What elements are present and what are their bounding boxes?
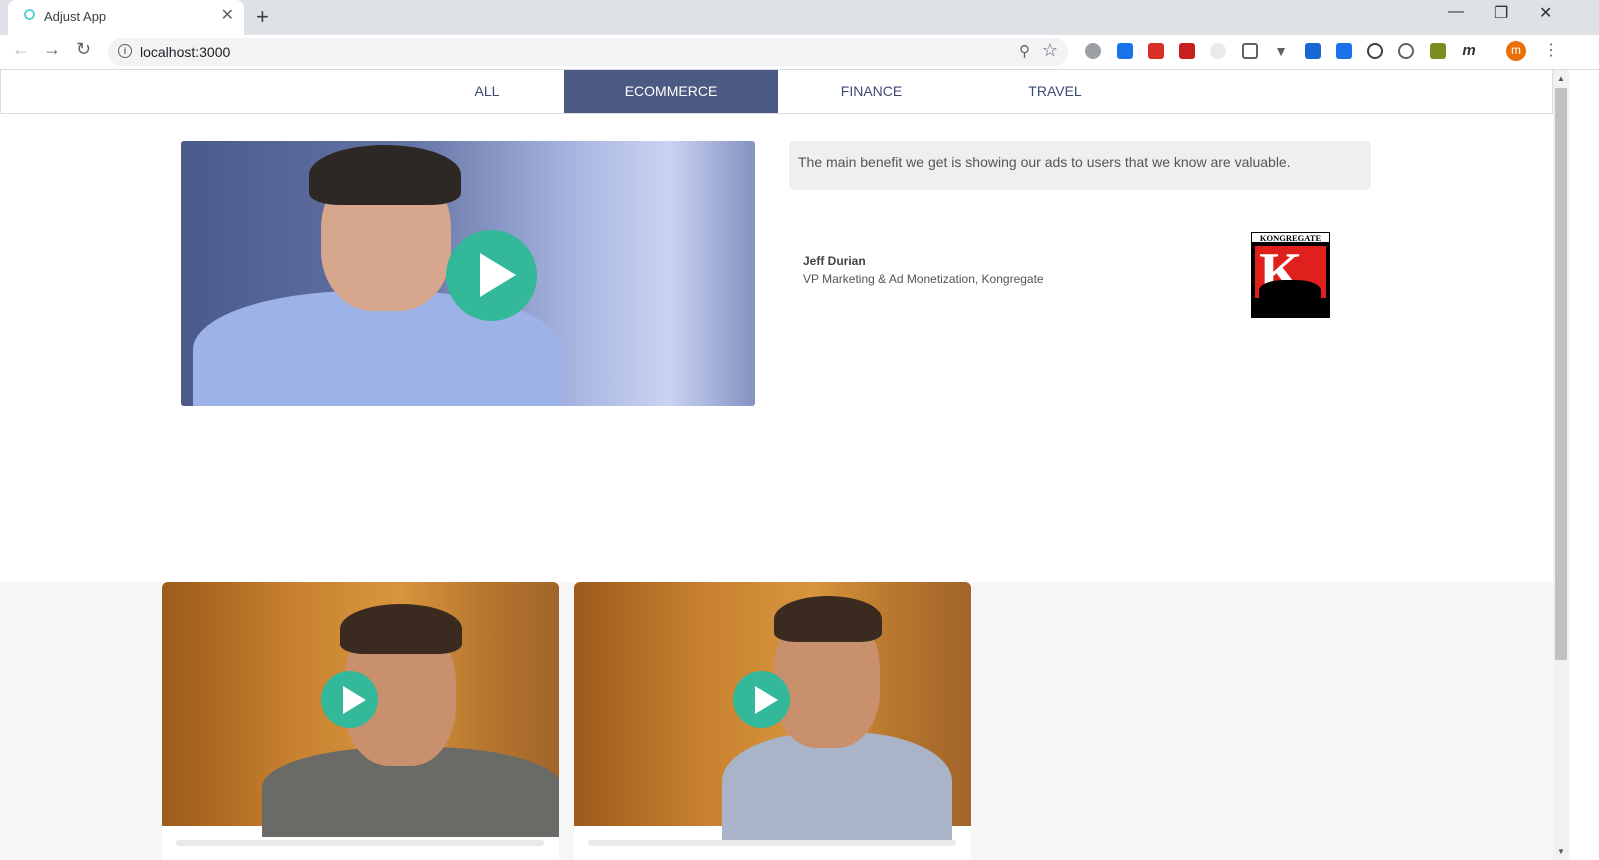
tab-close-icon[interactable]: ✕ bbox=[221, 7, 234, 25]
address-bar[interactable]: i localhost:3000 ⚲ ☆ bbox=[108, 38, 1068, 66]
extension-icon[interactable] bbox=[1117, 43, 1133, 59]
extension-icon[interactable] bbox=[1179, 43, 1195, 59]
extension-icon[interactable] bbox=[1398, 43, 1414, 59]
sync-extension-icon[interactable] bbox=[1367, 43, 1383, 59]
extension-icon[interactable] bbox=[1430, 43, 1446, 59]
logo-mascot bbox=[1259, 280, 1321, 306]
extension-icon[interactable]: m bbox=[1461, 43, 1477, 59]
tab-ecommerce[interactable]: ECOMMERCE bbox=[564, 70, 778, 113]
play-icon bbox=[480, 253, 516, 297]
extension-icon[interactable] bbox=[1305, 43, 1321, 59]
person-figure bbox=[309, 145, 461, 205]
site-info-icon[interactable]: i bbox=[118, 44, 132, 58]
browser-menu-icon[interactable]: ⋮ bbox=[1543, 40, 1559, 60]
quote-text: The main benefit we get is showing our a… bbox=[798, 154, 1291, 170]
person-name: Jeff Durian bbox=[803, 254, 866, 268]
person-figure bbox=[774, 596, 882, 642]
back-arrow-icon[interactable]: ← bbox=[12, 39, 30, 60]
person-figure bbox=[340, 604, 462, 654]
tab-title: Adjust App bbox=[44, 9, 107, 24]
play-icon bbox=[755, 686, 778, 714]
card-text-placeholder bbox=[176, 840, 544, 846]
kongregate-logo: KONGREGATE K bbox=[1251, 232, 1330, 318]
play-button[interactable] bbox=[446, 230, 537, 321]
browser-tab[interactable]: Adjust App ✕ bbox=[8, 0, 244, 35]
featured-video[interactable] bbox=[181, 141, 755, 406]
video-card[interactable] bbox=[574, 582, 971, 860]
card-text-placeholder bbox=[588, 840, 956, 846]
adblock-extension-icon[interactable] bbox=[1085, 43, 1101, 59]
video-thumbnail[interactable] bbox=[162, 582, 559, 837]
screenshot-extension-icon[interactable] bbox=[1242, 43, 1258, 59]
url-text[interactable]: localhost:3000 bbox=[140, 44, 230, 60]
play-button[interactable] bbox=[733, 671, 790, 728]
scrollbar-thumb[interactable] bbox=[1555, 88, 1567, 660]
app-favicon-icon bbox=[24, 9, 35, 20]
close-window-button[interactable]: ✕ bbox=[1539, 3, 1552, 23]
bookmark-star-icon[interactable]: ☆ bbox=[1042, 40, 1058, 61]
person-figure bbox=[722, 732, 952, 842]
scroll-up-icon[interactable]: ▲ bbox=[1557, 74, 1565, 83]
forward-arrow-icon[interactable]: → bbox=[43, 39, 61, 60]
video-card[interactable] bbox=[162, 582, 559, 860]
video-thumbnail[interactable] bbox=[574, 582, 971, 842]
zoom-icon[interactable]: ⚲ bbox=[1019, 42, 1030, 60]
testimonial-quote: The main benefit we get is showing our a… bbox=[789, 141, 1371, 190]
new-tab-button[interactable]: + bbox=[256, 4, 269, 30]
browser-toolbar: ← → ↻ i localhost:3000 ⚲ ☆ ▼ m m ⋮ bbox=[0, 35, 1599, 70]
vue-extension-icon[interactable]: ▼ bbox=[1273, 43, 1289, 59]
scroll-down-icon[interactable]: ▼ bbox=[1557, 847, 1565, 856]
tab-travel[interactable]: TRAVEL bbox=[964, 70, 1146, 113]
minimize-button[interactable]: — bbox=[1448, 3, 1464, 21]
chat-extension-icon[interactable] bbox=[1336, 43, 1352, 59]
video-extension-icon[interactable] bbox=[1148, 43, 1164, 59]
page-scrollbar[interactable]: ▲ ▼ bbox=[1553, 70, 1569, 860]
person-role: VP Marketing & Ad Monetization, Kongrega… bbox=[803, 272, 1044, 286]
play-icon bbox=[343, 686, 366, 714]
maximize-button[interactable]: ❐ bbox=[1494, 3, 1508, 23]
tab-all[interactable]: ALL bbox=[411, 70, 563, 113]
category-nav: ALL ECOMMERCE FINANCE TRAVEL bbox=[0, 70, 1553, 114]
browser-tabstrip: Adjust App ✕ + — ❐ ✕ bbox=[0, 0, 1599, 35]
reload-icon[interactable]: ↻ bbox=[76, 39, 91, 60]
play-button[interactable] bbox=[321, 671, 378, 728]
tab-finance[interactable]: FINANCE bbox=[779, 70, 964, 113]
page-content: ALL ECOMMERCE FINANCE TRAVEL The main be… bbox=[0, 70, 1553, 860]
profile-avatar[interactable]: m bbox=[1506, 41, 1526, 61]
extension-icon[interactable] bbox=[1210, 43, 1226, 59]
